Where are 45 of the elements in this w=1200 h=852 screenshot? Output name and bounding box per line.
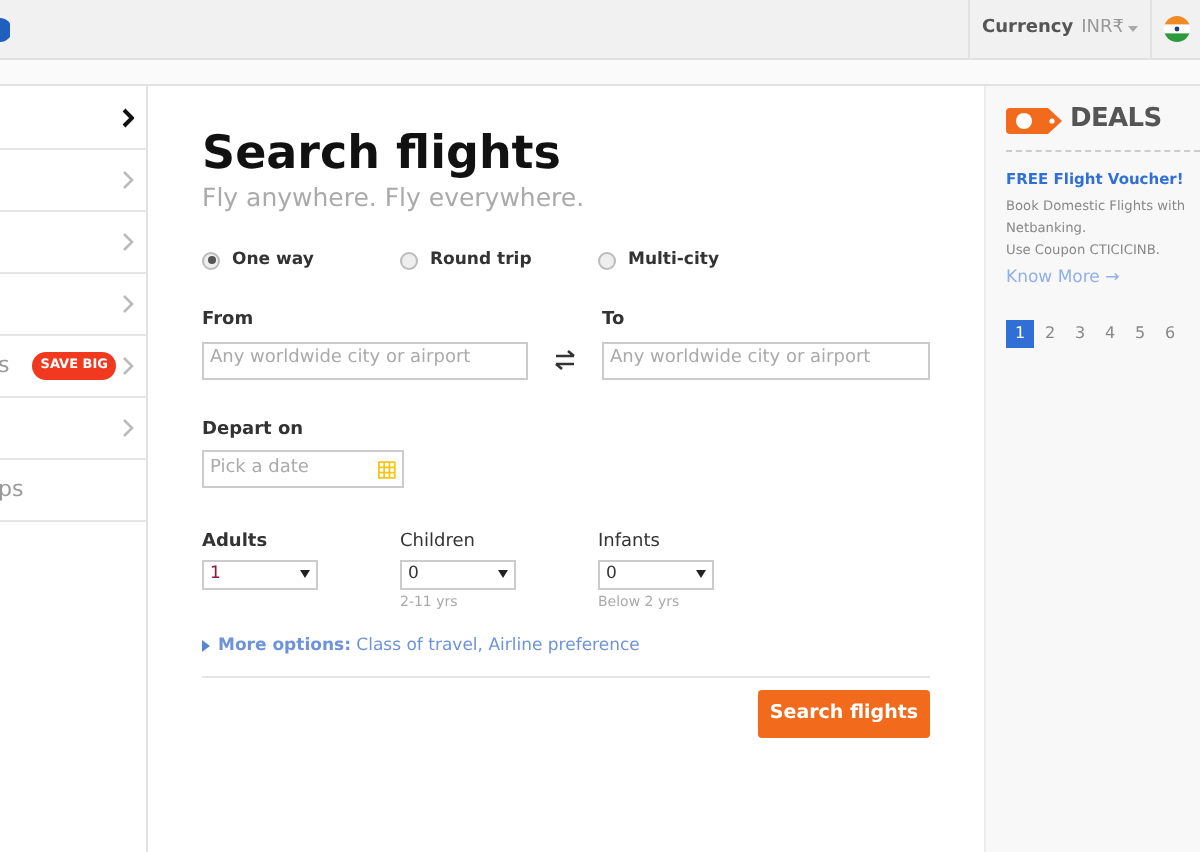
caret-icon bbox=[498, 570, 508, 578]
caret-icon bbox=[1128, 26, 1138, 32]
more-options-link[interactable]: More options: Class of travel, Airline preference bbox=[218, 633, 640, 659]
field-label: Infants bbox=[598, 530, 662, 556]
page-button[interactable]: 3 bbox=[1066, 320, 1094, 348]
deals-heading: DEALS bbox=[1070, 102, 1162, 139]
expand-icon[interactable] bbox=[202, 640, 210, 652]
logo-icon[interactable] bbox=[0, 18, 10, 42]
swap-icon[interactable] bbox=[554, 350, 576, 370]
radio-label[interactable]: Round trip bbox=[430, 247, 532, 273]
search-flights-button[interactable]: Search flights bbox=[758, 690, 930, 738]
item-label: ps bbox=[0, 473, 24, 506]
from-field[interactable]: Any worldwide city or airport bbox=[202, 341, 528, 379]
field-label: Children bbox=[400, 530, 477, 556]
radio-button[interactable] bbox=[400, 251, 418, 269]
flag-icon[interactable] bbox=[1163, 16, 1189, 42]
page-button[interactable]: 4 bbox=[1096, 320, 1124, 348]
page-title: Search flights bbox=[202, 126, 563, 182]
page-button[interactable]: 2 bbox=[1036, 320, 1064, 348]
passenger-select[interactable]: 0 bbox=[400, 559, 516, 589]
passenger-select[interactable]: 1 bbox=[202, 559, 318, 589]
currency-label: Currency bbox=[982, 15, 1074, 42]
tag-icon bbox=[1006, 107, 1062, 133]
field-label: Depart on bbox=[202, 417, 306, 443]
currency-dropdown[interactable]: INR₹ bbox=[1081, 15, 1138, 43]
calendar-icon[interactable] bbox=[378, 459, 396, 479]
caret-icon bbox=[300, 570, 310, 578]
page-subtitle: Fly anywhere. Fly everywhere. bbox=[202, 182, 587, 214]
radio-button[interactable] bbox=[598, 251, 616, 269]
page-button[interactable]: 5 bbox=[1126, 320, 1154, 348]
date-input[interactable]: Pick a date bbox=[210, 455, 375, 483]
know-more-link[interactable]: Know More → bbox=[1006, 266, 1200, 292]
page-button[interactable]: 6 bbox=[1156, 320, 1184, 348]
radio-label[interactable]: One way bbox=[232, 247, 314, 273]
caret-icon bbox=[696, 570, 706, 578]
page-button[interactable]: 1 bbox=[1006, 320, 1034, 348]
radio-label[interactable]: Multi-city bbox=[628, 247, 719, 273]
date-picker[interactable]: Pick a date bbox=[202, 450, 404, 488]
field-label: Adults bbox=[202, 530, 270, 556]
chevron-icon[interactable] bbox=[122, 107, 134, 127]
field-label: From bbox=[202, 308, 256, 334]
radio-button[interactable] bbox=[202, 251, 220, 269]
passenger-select[interactable]: 0 bbox=[598, 559, 714, 589]
to-field[interactable]: Any worldwide city or airport bbox=[602, 341, 930, 379]
field-label: To bbox=[602, 308, 627, 334]
